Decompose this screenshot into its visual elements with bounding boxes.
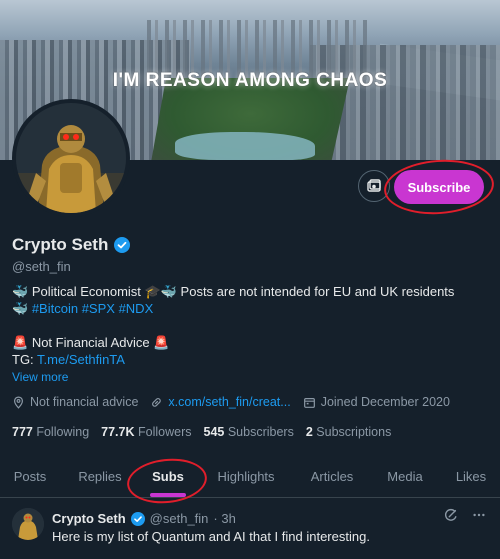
siren-icon: 🚨 <box>153 335 170 350</box>
tab-subs[interactable]: Subs <box>140 456 196 497</box>
profile-handle: @seth_fin <box>12 259 71 274</box>
website-link[interactable]: x.com/seth_fin/creat... <box>168 395 290 409</box>
whale-icon: 🐳 <box>12 284 29 299</box>
location-text: Not financial advice <box>30 395 139 409</box>
subscribers-count: 545 <box>203 425 225 439</box>
bio-line-1: 🐳 Political Economist 🎓🐳 Posts are not i… <box>12 284 454 300</box>
bio-disclaimer: Not Financial Advice <box>31 335 150 350</box>
hashtag-bitcoin[interactable]: #Bitcoin <box>32 301 78 316</box>
banner-tagline: I'M REASON AMONG CHAOS <box>112 70 388 91</box>
post-text: Here is my list of Quantum and AI that I… <box>52 529 370 544</box>
subscribe-button[interactable]: Subscribe <box>394 170 484 204</box>
bio-notice: Posts are not intended for EU and UK res… <box>180 284 455 299</box>
verified-badge-icon <box>130 511 145 526</box>
profile-avatar[interactable] <box>12 99 130 217</box>
avatar-image <box>16 103 126 213</box>
followers-stat[interactable]: 77.7K Followers <box>101 425 191 439</box>
display-name-row: Crypto Seth <box>12 235 131 255</box>
tab-likes[interactable]: Likes <box>442 456 500 497</box>
telegram-link[interactable]: T.me/SethfinTA <box>37 352 125 367</box>
subscriptions-icon-button[interactable] <box>358 170 390 202</box>
tab-media[interactable]: Media <box>368 456 442 497</box>
followers-count: 77.7K <box>101 425 135 439</box>
tg-label: TG: <box>12 352 38 367</box>
graduation-cap-icon: 🎓 <box>144 284 161 299</box>
following-count: 777 <box>12 425 33 439</box>
subscriptions-label: Subscriptions <box>316 425 392 439</box>
joined-text: Joined December 2020 <box>320 395 450 409</box>
subscriptions-count: 2 <box>305 425 313 439</box>
bio-title: Political Economist <box>31 284 141 299</box>
tab-posts[interactable]: Posts <box>0 456 60 497</box>
post-author-handle[interactable]: @seth_fin <box>150 511 209 526</box>
bio-line-4: TG: T.me/SethfinTA <box>12 352 125 367</box>
following-stat[interactable]: 777 Following <box>12 425 89 439</box>
more-options-icon[interactable] <box>472 508 486 522</box>
display-name: Crypto Seth <box>12 235 109 254</box>
banner-lake <box>175 132 315 160</box>
followers-label: Followers <box>138 425 192 439</box>
joined-item: Joined December 2020 <box>303 395 450 409</box>
hashtag-spx[interactable]: #SPX <box>82 301 115 316</box>
tab-articles[interactable]: Articles <box>296 456 368 497</box>
subscriptions-stat[interactable]: 2 Subscriptions <box>306 425 391 439</box>
siren-icon: 🚨 <box>12 335 29 350</box>
whale-icon: 🐳 <box>160 284 177 299</box>
grok-icon[interactable] <box>444 508 458 522</box>
view-more-link[interactable]: View more <box>12 370 68 384</box>
following-label: Following <box>36 425 90 439</box>
bio-line-3: 🚨 Not Financial Advice 🚨 <box>12 335 169 351</box>
link-icon <box>152 397 162 407</box>
profile-stats: 777 Following 77.7K Followers 545 Subscr… <box>12 425 391 439</box>
subscribers-label: Subscribers <box>227 425 294 439</box>
post-avatar-image <box>12 508 44 540</box>
hashtag-ndx[interactable]: #NDX <box>119 301 154 316</box>
verified-badge-icon[interactable] <box>114 237 131 253</box>
profile-meta: Not financial advice x.com/seth_fin/crea… <box>12 395 450 409</box>
post-author-name[interactable]: Crypto Seth <box>52 511 126 526</box>
post-header: Crypto Seth @seth_fin · 3h <box>52 511 236 526</box>
whale-icon: 🐳 <box>12 301 29 316</box>
profile-tabs: Posts Replies Subs Highlights Articles M… <box>0 456 500 498</box>
subscriptions-icon <box>367 179 381 192</box>
bio-hashtags: 🐳 #Bitcoin #SPX #NDX <box>12 301 153 317</box>
location-pin-icon <box>13 396 24 409</box>
website-item[interactable]: x.com/seth_fin/creat... <box>150 395 291 409</box>
subscribers-stat[interactable]: 545 Subscribers <box>204 425 294 439</box>
tab-highlights[interactable]: Highlights <box>196 456 296 497</box>
post-actions <box>444 508 486 522</box>
post-item[interactable]: Crypto Seth @seth_fin · 3h Here is my li… <box>0 499 500 559</box>
post-avatar[interactable] <box>12 508 44 540</box>
post-timestamp[interactable]: · 3h <box>213 511 235 526</box>
calendar-icon <box>303 397 315 408</box>
location-item: Not financial advice <box>12 395 138 409</box>
tab-replies[interactable]: Replies <box>60 456 140 497</box>
